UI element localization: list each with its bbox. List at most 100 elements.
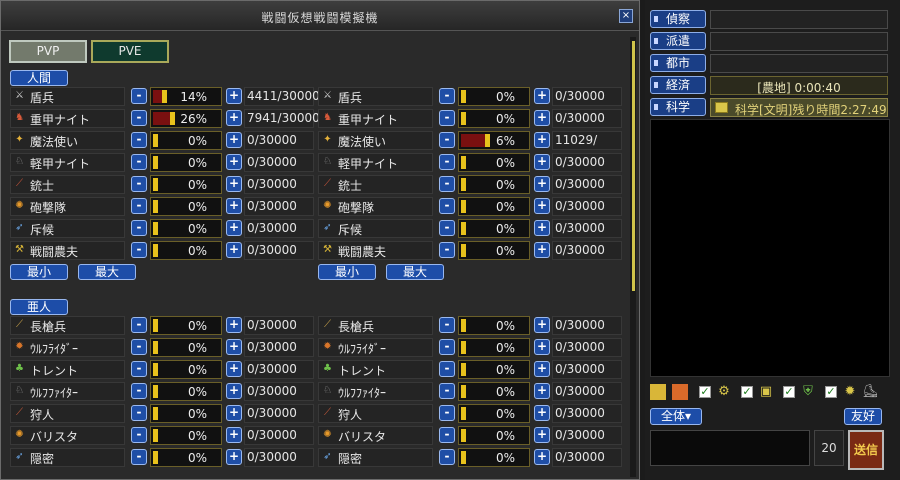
decrease-button[interactable]: - xyxy=(131,383,147,399)
tab-pve[interactable]: PVE xyxy=(91,40,169,63)
percent-slider[interactable]: 0% xyxy=(150,316,222,335)
decrease-button[interactable]: - xyxy=(131,110,147,126)
slider-handle[interactable] xyxy=(153,407,158,420)
slider-handle[interactable] xyxy=(153,178,158,191)
percent-slider[interactable]: 0% xyxy=(458,153,530,172)
increase-button[interactable]: + xyxy=(534,383,550,399)
decrease-button[interactable]: - xyxy=(439,427,455,443)
filter-checkbox-4[interactable]: ✓ xyxy=(825,386,837,398)
percent-slider[interactable]: 0% xyxy=(458,175,530,194)
slider-handle[interactable] xyxy=(153,200,158,213)
tab-pvp[interactable]: PVP xyxy=(9,40,87,63)
percent-slider[interactable]: 0% xyxy=(150,219,222,238)
increase-button[interactable]: + xyxy=(226,383,242,399)
increase-button[interactable]: + xyxy=(534,405,550,421)
slider-handle[interactable] xyxy=(461,341,466,354)
slider-handle[interactable] xyxy=(461,385,466,398)
decrease-button[interactable]: - xyxy=(131,317,147,333)
side-tab-2[interactable]: 都市 xyxy=(650,54,706,72)
percent-slider[interactable]: 0% xyxy=(458,197,530,216)
percent-slider[interactable]: 0% xyxy=(458,404,530,423)
filter-checkbox-1[interactable]: ✓ xyxy=(699,386,711,398)
decrease-button[interactable]: - xyxy=(131,405,147,421)
increase-button[interactable]: + xyxy=(226,449,242,465)
percent-slider[interactable]: 0% xyxy=(458,360,530,379)
decrease-button[interactable]: - xyxy=(439,449,455,465)
slider-handle[interactable] xyxy=(153,134,158,147)
ally-person-icon[interactable] xyxy=(650,384,666,400)
min-button-left[interactable]: 最小 xyxy=(10,264,68,280)
slider-handle[interactable] xyxy=(153,156,158,169)
decrease-button[interactable]: - xyxy=(439,176,455,192)
percent-slider[interactable]: 0% xyxy=(458,338,530,357)
filter-checkbox-3[interactable]: ✓ xyxy=(783,386,795,398)
decrease-button[interactable]: - xyxy=(439,220,455,236)
decrease-button[interactable]: - xyxy=(439,405,455,421)
decrease-button[interactable]: - xyxy=(439,198,455,214)
percent-slider[interactable]: 0% xyxy=(458,219,530,238)
increase-button[interactable]: + xyxy=(534,154,550,170)
percent-slider[interactable]: 0% xyxy=(150,197,222,216)
increase-button[interactable]: + xyxy=(226,339,242,355)
percent-slider[interactable]: 26% xyxy=(150,109,222,128)
percent-slider[interactable]: 6% xyxy=(458,131,530,150)
slider-handle[interactable] xyxy=(153,363,158,376)
decrease-button[interactable]: - xyxy=(131,361,147,377)
decrease-button[interactable]: - xyxy=(439,88,455,104)
decrease-button[interactable]: - xyxy=(131,427,147,443)
side-tab-0[interactable]: 偵察 xyxy=(650,10,706,28)
increase-button[interactable]: + xyxy=(534,317,550,333)
increase-button[interactable]: + xyxy=(534,449,550,465)
side-tab-4[interactable]: 科学 xyxy=(650,98,706,116)
chat-log[interactable] xyxy=(650,119,890,377)
slider-handle[interactable] xyxy=(461,407,466,420)
increase-button[interactable]: + xyxy=(534,198,550,214)
increase-button[interactable]: + xyxy=(534,361,550,377)
decrease-button[interactable]: - xyxy=(131,449,147,465)
increase-button[interactable]: + xyxy=(534,339,550,355)
increase-button[interactable]: + xyxy=(534,220,550,236)
increase-button[interactable]: + xyxy=(534,88,550,104)
increase-button[interactable]: + xyxy=(226,427,242,443)
increase-button[interactable]: + xyxy=(226,132,242,148)
percent-slider[interactable]: 0% xyxy=(458,109,530,128)
max-button-left[interactable]: 最大 xyxy=(78,264,136,280)
percent-slider[interactable]: 0% xyxy=(458,382,530,401)
decrease-button[interactable]: - xyxy=(131,339,147,355)
decrease-button[interactable]: - xyxy=(439,242,455,258)
percent-slider[interactable]: 0% xyxy=(458,448,530,467)
slider-handle[interactable] xyxy=(153,451,158,464)
percent-slider[interactable]: 0% xyxy=(150,360,222,379)
decrease-button[interactable]: - xyxy=(131,220,147,236)
filter-checkbox-2[interactable]: ✓ xyxy=(741,386,753,398)
increase-button[interactable]: + xyxy=(534,132,550,148)
decrease-button[interactable]: - xyxy=(439,317,455,333)
side-tab-1[interactable]: 派遣 xyxy=(650,32,706,50)
decrease-button[interactable]: - xyxy=(439,361,455,377)
slider-handle[interactable] xyxy=(461,222,466,235)
friendly-button[interactable]: 友好 xyxy=(844,408,882,425)
slider-handle[interactable] xyxy=(461,112,466,125)
slider-handle[interactable] xyxy=(153,244,158,257)
decrease-button[interactable]: - xyxy=(131,176,147,192)
increase-button[interactable]: + xyxy=(226,176,242,192)
percent-slider[interactable]: 0% xyxy=(150,131,222,150)
title-bar[interactable]: 戦闘仮想戦闘模擬機 × xyxy=(1,1,639,31)
chat-scope-select[interactable]: 全体▾ xyxy=(650,408,702,425)
percent-slider[interactable]: 0% xyxy=(458,426,530,445)
decrease-button[interactable]: - xyxy=(439,383,455,399)
increase-button[interactable]: + xyxy=(226,198,242,214)
slider-handle[interactable] xyxy=(162,90,167,103)
slider-handle[interactable] xyxy=(153,341,158,354)
percent-slider[interactable]: 0% xyxy=(458,241,530,260)
slider-handle[interactable] xyxy=(461,319,466,332)
send-button[interactable]: 送信 xyxy=(848,430,884,470)
increase-button[interactable]: + xyxy=(534,110,550,126)
max-button-right[interactable]: 最大 xyxy=(386,264,444,280)
slider-handle[interactable] xyxy=(153,385,158,398)
increase-button[interactable]: + xyxy=(226,405,242,421)
increase-button[interactable]: + xyxy=(534,176,550,192)
decrease-button[interactable]: - xyxy=(131,154,147,170)
increase-button[interactable]: + xyxy=(534,427,550,443)
slider-handle[interactable] xyxy=(170,112,175,125)
